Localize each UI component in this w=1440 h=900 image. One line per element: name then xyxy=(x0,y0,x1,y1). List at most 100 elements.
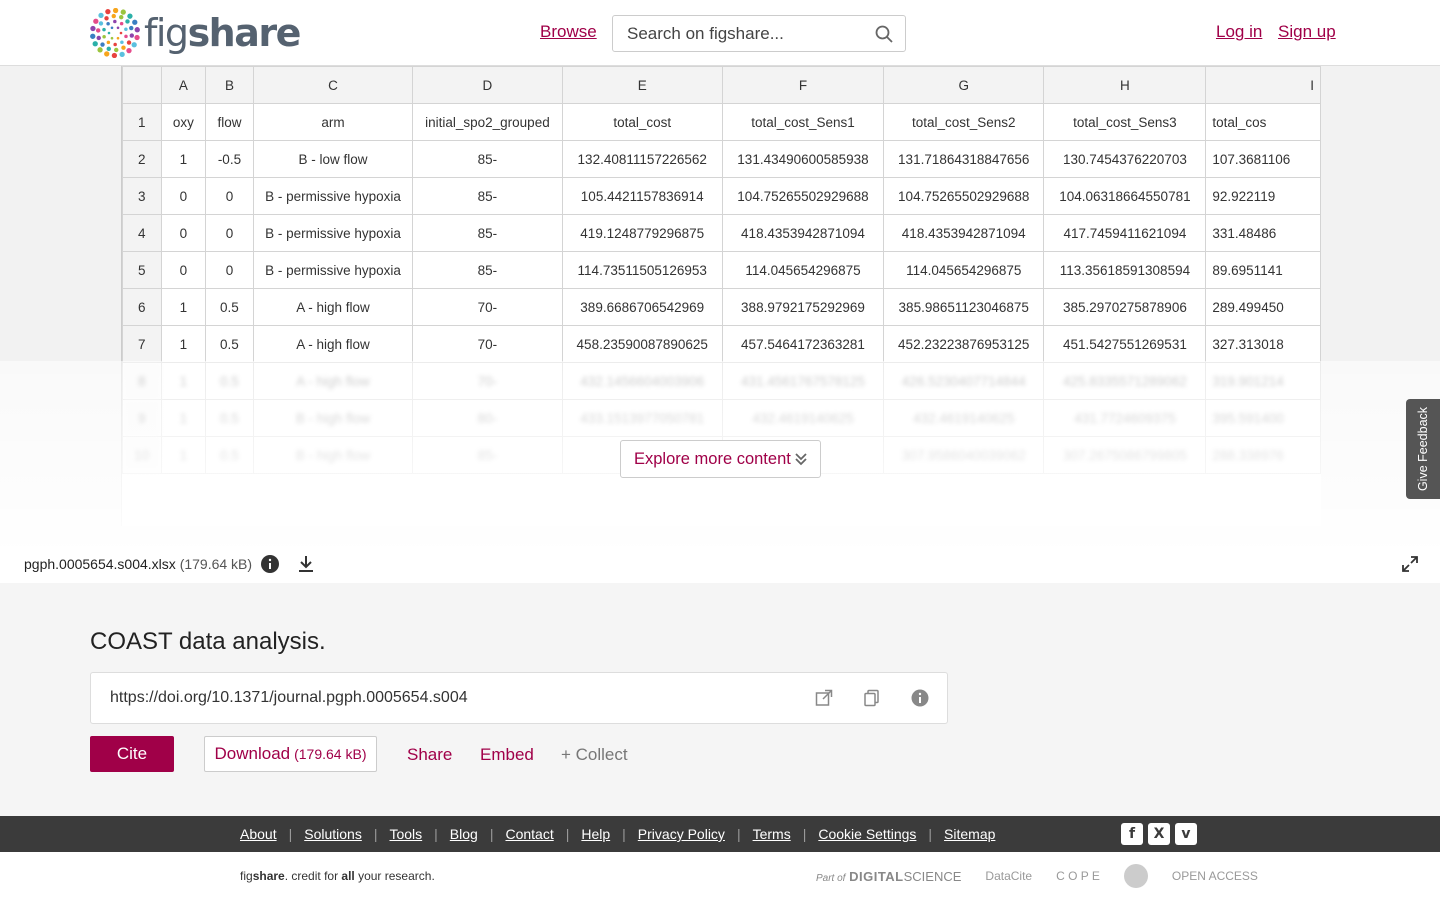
column-header: C xyxy=(252,66,414,104)
collect-link[interactable]: + Collect xyxy=(561,745,628,765)
figshare-logo-icon xyxy=(90,8,140,58)
external-link-icon[interactable] xyxy=(815,689,833,712)
partner-logos: Part of DIGITALSCIENCE DataCite C O P E … xyxy=(816,864,1258,888)
table-row: 300B - permissive hypoxia 85- 105.44211578… xyxy=(122,177,1321,215)
facebook-icon[interactable]: f xyxy=(1121,823,1143,845)
x-twitter-icon[interactable]: X xyxy=(1148,823,1170,845)
row-number: 3 xyxy=(122,177,162,215)
table-cell: 389.6686706542969 xyxy=(561,288,723,326)
figshare-logo[interactable]: figshare xyxy=(90,8,301,58)
table-cell: 107.3681106 xyxy=(1205,140,1321,178)
column-header: E xyxy=(561,66,723,104)
footer-link[interactable]: About xyxy=(240,826,277,842)
copy-icon[interactable] xyxy=(863,689,881,712)
table-cell: -0.5 xyxy=(205,140,254,178)
footer-link[interactable]: Cookie Settings xyxy=(818,826,916,842)
table-cell: 104.75265502929688 xyxy=(721,177,885,215)
digital-science-logo[interactable]: Part of DIGITALSCIENCE xyxy=(816,869,961,884)
table-cell: 114.045654296875 xyxy=(721,251,885,289)
cite-button[interactable]: Cite xyxy=(90,736,174,772)
table-cell: 418.4353942871094 xyxy=(883,214,1045,252)
datacite-logo[interactable]: DataCite xyxy=(985,869,1032,883)
column-header: H xyxy=(1043,66,1207,104)
table-cell: 85- xyxy=(412,177,563,215)
column-header: F xyxy=(721,66,885,104)
footer-separator: | xyxy=(736,826,741,842)
table-cell: B - low flow xyxy=(252,140,414,178)
search-box[interactable] xyxy=(612,15,906,52)
footer-separator: | xyxy=(489,826,494,842)
table-cell: 113.35618591308594 xyxy=(1043,251,1207,289)
footer-link[interactable]: Sitemap xyxy=(944,826,995,842)
table-cell: total_cost_Sens1 xyxy=(721,103,885,141)
table-cell: 458.23590087890625 xyxy=(561,325,723,363)
file-name: pgph.0005654.s004.xlsx (179.64 kB) xyxy=(24,556,253,572)
table-cell: 385.98651123046875 xyxy=(883,288,1045,326)
column-header: B xyxy=(205,66,254,104)
seal-icon[interactable] xyxy=(1123,864,1148,888)
open-access-logo[interactable]: OPEN ACCESS xyxy=(1172,869,1258,883)
table-cell: 132.40811157226562 xyxy=(561,140,723,178)
footer-links: About | Solutions | Tools | Blog | Contact | Help |… xyxy=(240,826,995,842)
footer-bottom: figshare. credit for all your research. … xyxy=(0,852,1440,900)
table-cell: 85- xyxy=(412,214,563,252)
download-button[interactable]: Download (179.64 kB) xyxy=(204,736,377,772)
row-number: 7 xyxy=(122,325,162,363)
column-header: D xyxy=(412,66,563,104)
table-row: 400B - permissive hypoxia 85- 419.12487792… xyxy=(122,214,1321,252)
footer-separator: | xyxy=(622,826,626,842)
table-cell: 1 xyxy=(160,288,207,326)
table-cell: 388.9792175292969 xyxy=(721,288,885,326)
column-header: G xyxy=(883,66,1045,104)
table-cell: total_cost_Sens2 xyxy=(883,103,1045,141)
table-cell: 0 xyxy=(160,214,207,252)
table-cell: 0 xyxy=(205,177,254,215)
table-cell: 327.313018 xyxy=(1205,325,1321,363)
footer-link[interactable]: Tools xyxy=(389,826,422,842)
give-feedback-tab[interactable]: Give Feedback xyxy=(1406,399,1440,499)
footer-link[interactable]: Help xyxy=(581,826,610,842)
explore-more-button[interactable]: Explore more content xyxy=(620,440,821,478)
row-number: 6 xyxy=(122,288,162,326)
fullscreen-icon[interactable] xyxy=(1401,555,1419,578)
footer-separator: | xyxy=(928,826,933,842)
vimeo-icon[interactable]: v xyxy=(1175,823,1197,845)
search-icon[interactable] xyxy=(875,25,893,48)
table-cell: 0 xyxy=(160,177,207,215)
footer-link[interactable]: Contact xyxy=(505,826,553,842)
footer-link[interactable]: Solutions xyxy=(304,826,362,842)
search-input[interactable] xyxy=(627,23,867,44)
row-number: 2 xyxy=(122,140,162,178)
table-cell: 1 xyxy=(160,325,207,363)
doi-info-icon[interactable] xyxy=(911,689,929,712)
embed-link[interactable]: Embed xyxy=(480,745,534,765)
browse-link[interactable]: Browse xyxy=(540,22,597,42)
table-row: 2 1 -0.5 B - low flow 85- 132.40811157226562 1… xyxy=(122,140,1321,178)
table-cell: 70- xyxy=(412,325,563,363)
table-cell: 131.43490600585938 xyxy=(721,140,885,178)
table-cell: A - high flow xyxy=(252,288,414,326)
doi-link[interactable]: https://doi.org/10.1371/journal.pgph.000… xyxy=(110,689,468,707)
table-row: 6 1 0.5 A - high flow 70- 389.6686706542969 38… xyxy=(122,288,1321,326)
table-cell: total_cos xyxy=(1205,103,1321,141)
signup-link[interactable]: Sign up xyxy=(1278,22,1336,42)
table-cell: 85- xyxy=(412,251,563,289)
table-cell: 0 xyxy=(160,251,207,289)
share-link[interactable]: Share xyxy=(407,745,452,765)
cope-logo[interactable]: C O P E xyxy=(1056,869,1100,883)
download-icon[interactable] xyxy=(297,555,315,578)
table-cell: 105.4421157836914 xyxy=(561,177,723,215)
table-cell: 89.6951141 xyxy=(1205,251,1321,289)
login-link[interactable]: Log in xyxy=(1216,22,1262,42)
row-number: 5 xyxy=(122,251,162,289)
download-size: (179.64 kB) xyxy=(294,746,367,762)
table-cell: 85- xyxy=(412,140,563,178)
table-cell: flow xyxy=(205,103,254,141)
item-title: COAST data analysis. xyxy=(90,628,326,655)
column-header: I xyxy=(1205,66,1321,104)
footer-link[interactable]: Blog xyxy=(450,826,478,842)
footer-separator: | xyxy=(565,826,570,842)
footer-link[interactable]: Privacy Policy xyxy=(638,826,725,842)
info-icon[interactable] xyxy=(261,555,279,578)
footer-link[interactable]: Terms xyxy=(753,826,791,842)
